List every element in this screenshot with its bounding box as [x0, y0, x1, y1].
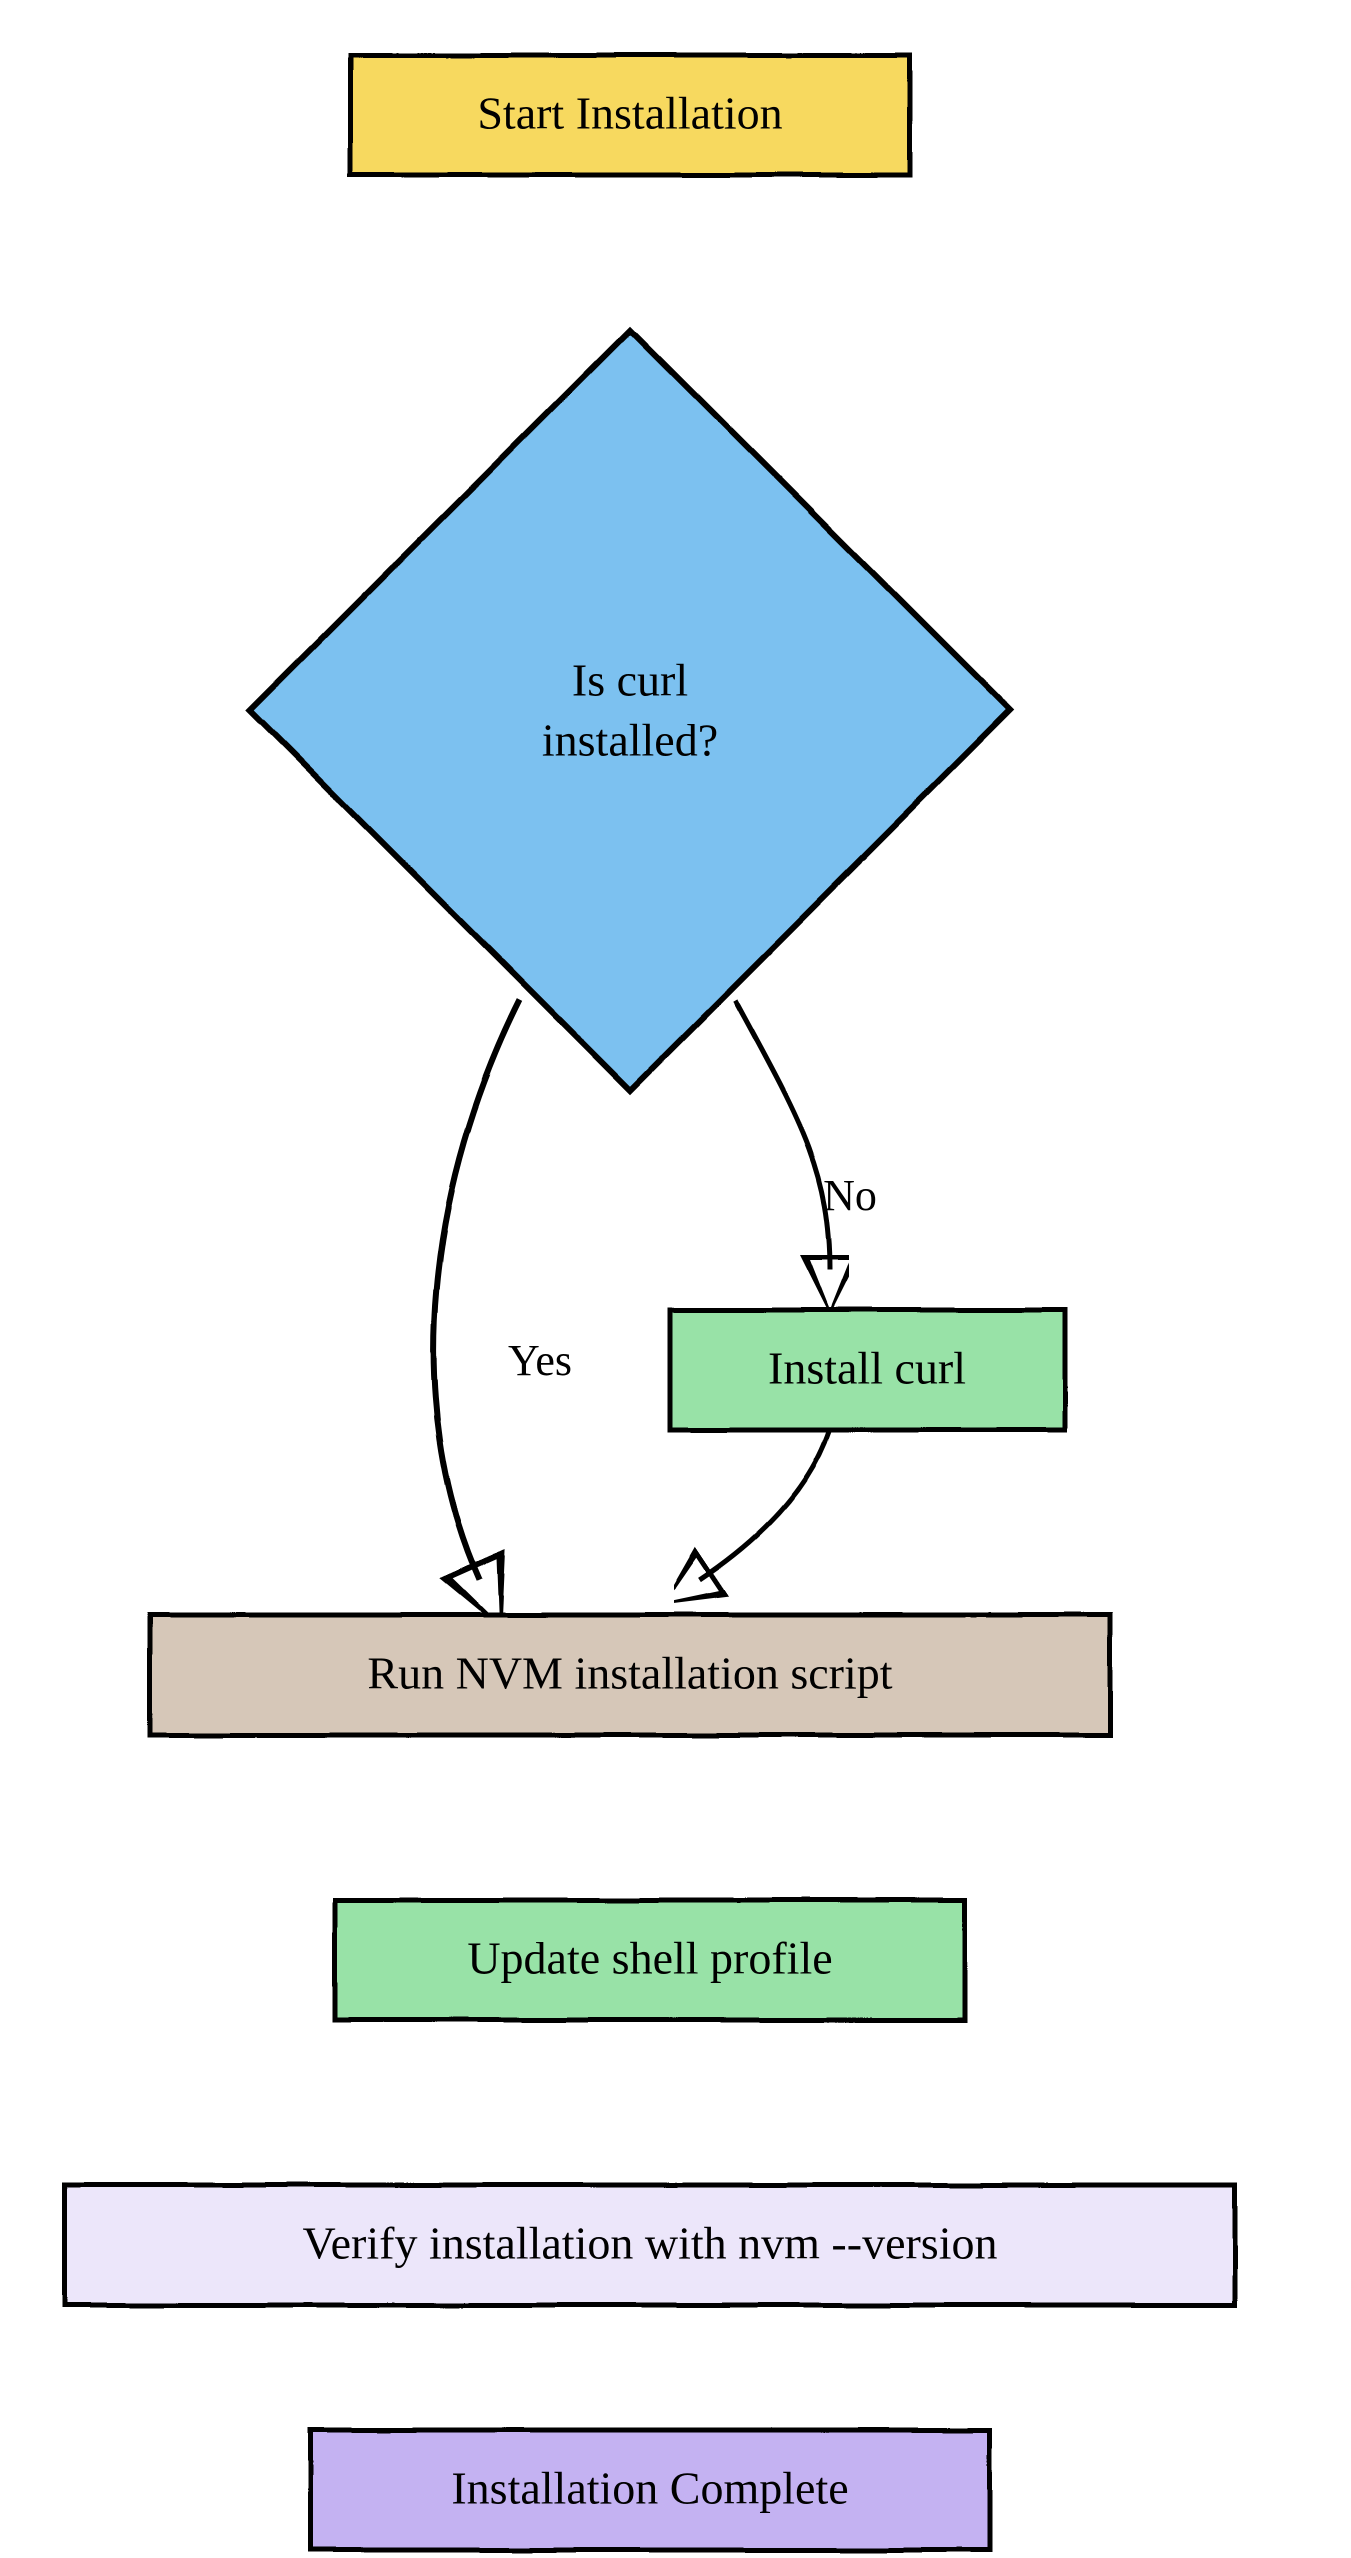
node-installc-label: Install curl: [768, 1343, 966, 1394]
node-done-label: Installation Complete: [451, 2463, 848, 2514]
node-curlq-label-2: installed?: [542, 715, 718, 766]
edge-no-label: No: [823, 1171, 877, 1220]
node-update-label: Update shell profile: [467, 1933, 832, 1984]
edge-curlq-runnvm-yes: [434, 1000, 520, 1580]
node-curlq-label-1: Is curl: [572, 655, 688, 706]
flowchart-canvas: Start Installation Is curl installed? No…: [0, 0, 1351, 2558]
node-runnvm-label: Run NVM installation script: [367, 1648, 892, 1699]
node-verify-label: Verify installation with nvm --version: [303, 2218, 998, 2269]
node-start-label: Start Installation: [477, 88, 782, 139]
edge-installc-runnvm: [700, 1430, 830, 1580]
node-curlq: [250, 330, 1010, 1090]
edge-curlq-installc: [735, 1000, 830, 1270]
edge-yes-label: Yes: [508, 1336, 572, 1385]
